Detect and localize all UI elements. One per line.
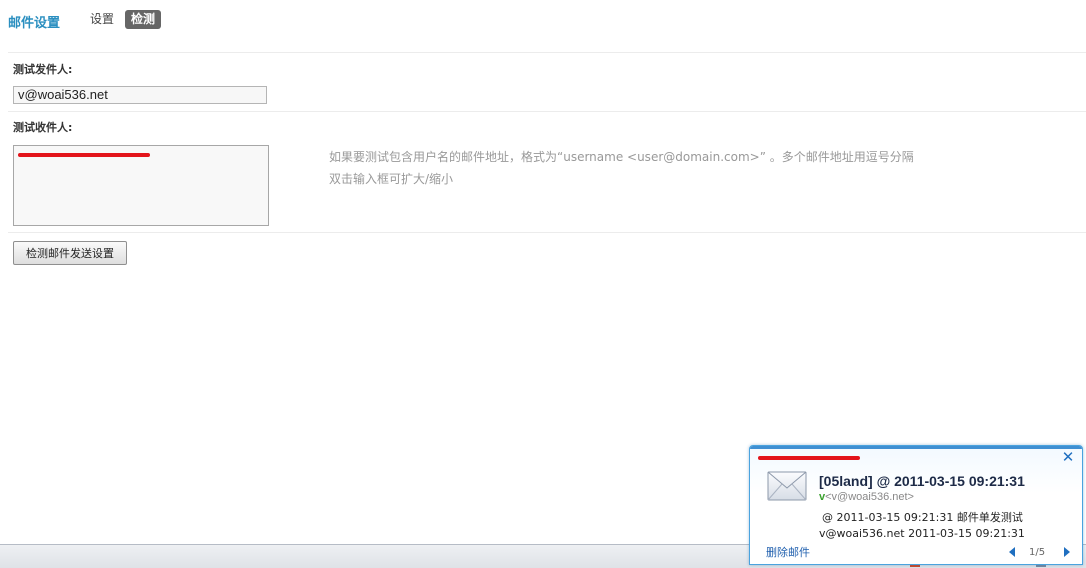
popup-subject[interactable]: [05land] @ 2011-03-15 09:21:31 bbox=[819, 473, 1025, 489]
sender-label: 测试发件人: bbox=[13, 63, 73, 76]
delete-mail-link[interactable]: 删除邮件 bbox=[766, 544, 810, 560]
popup-title-bar bbox=[750, 446, 1082, 449]
divider bbox=[8, 232, 1086, 233]
close-icon[interactable]: ✕ bbox=[1061, 450, 1075, 465]
divider bbox=[8, 52, 1086, 53]
popup-sender: v<v@woai536.net> bbox=[819, 491, 914, 503]
divider bbox=[8, 111, 1086, 112]
arrow-right-icon[interactable] bbox=[1062, 546, 1072, 558]
arrow-left-icon[interactable] bbox=[1007, 546, 1017, 558]
envelope-icon bbox=[767, 471, 807, 501]
mail-notification-popup[interactable]: ✕ [05land] @ 2011-03-15 09:21:31 v<v@woa… bbox=[749, 445, 1083, 565]
popup-body-line: @ 2011-03-15 09:21:31 邮件单发测试 bbox=[822, 511, 1023, 524]
tab-check[interactable]: 检测 bbox=[125, 10, 162, 29]
check-mail-settings-button[interactable]: 检测邮件发送设置 bbox=[13, 241, 127, 265]
hint-text: 如果要测试包含用户名的邮件地址，格式为“username <user@domai… bbox=[329, 150, 914, 164]
sender-input[interactable]: v@woai536.net bbox=[13, 86, 267, 104]
recipient-textarea[interactable] bbox=[13, 145, 269, 226]
redaction-mark bbox=[18, 153, 150, 157]
tab-settings[interactable]: 设置 bbox=[84, 10, 120, 29]
page-title: 邮件设置 bbox=[8, 16, 61, 31]
sender-address: <v@woai536.net> bbox=[825, 491, 914, 503]
page-indicator: 1/5 bbox=[1029, 547, 1046, 558]
recipient-label: 测试收件人: bbox=[13, 121, 73, 134]
popup-body-line: v@woai536.net 2011-03-15 09:21:31 bbox=[819, 527, 1025, 540]
hint-text-resize: 双击输入框可扩大/缩小 bbox=[329, 172, 454, 186]
redaction-mark bbox=[758, 456, 860, 460]
